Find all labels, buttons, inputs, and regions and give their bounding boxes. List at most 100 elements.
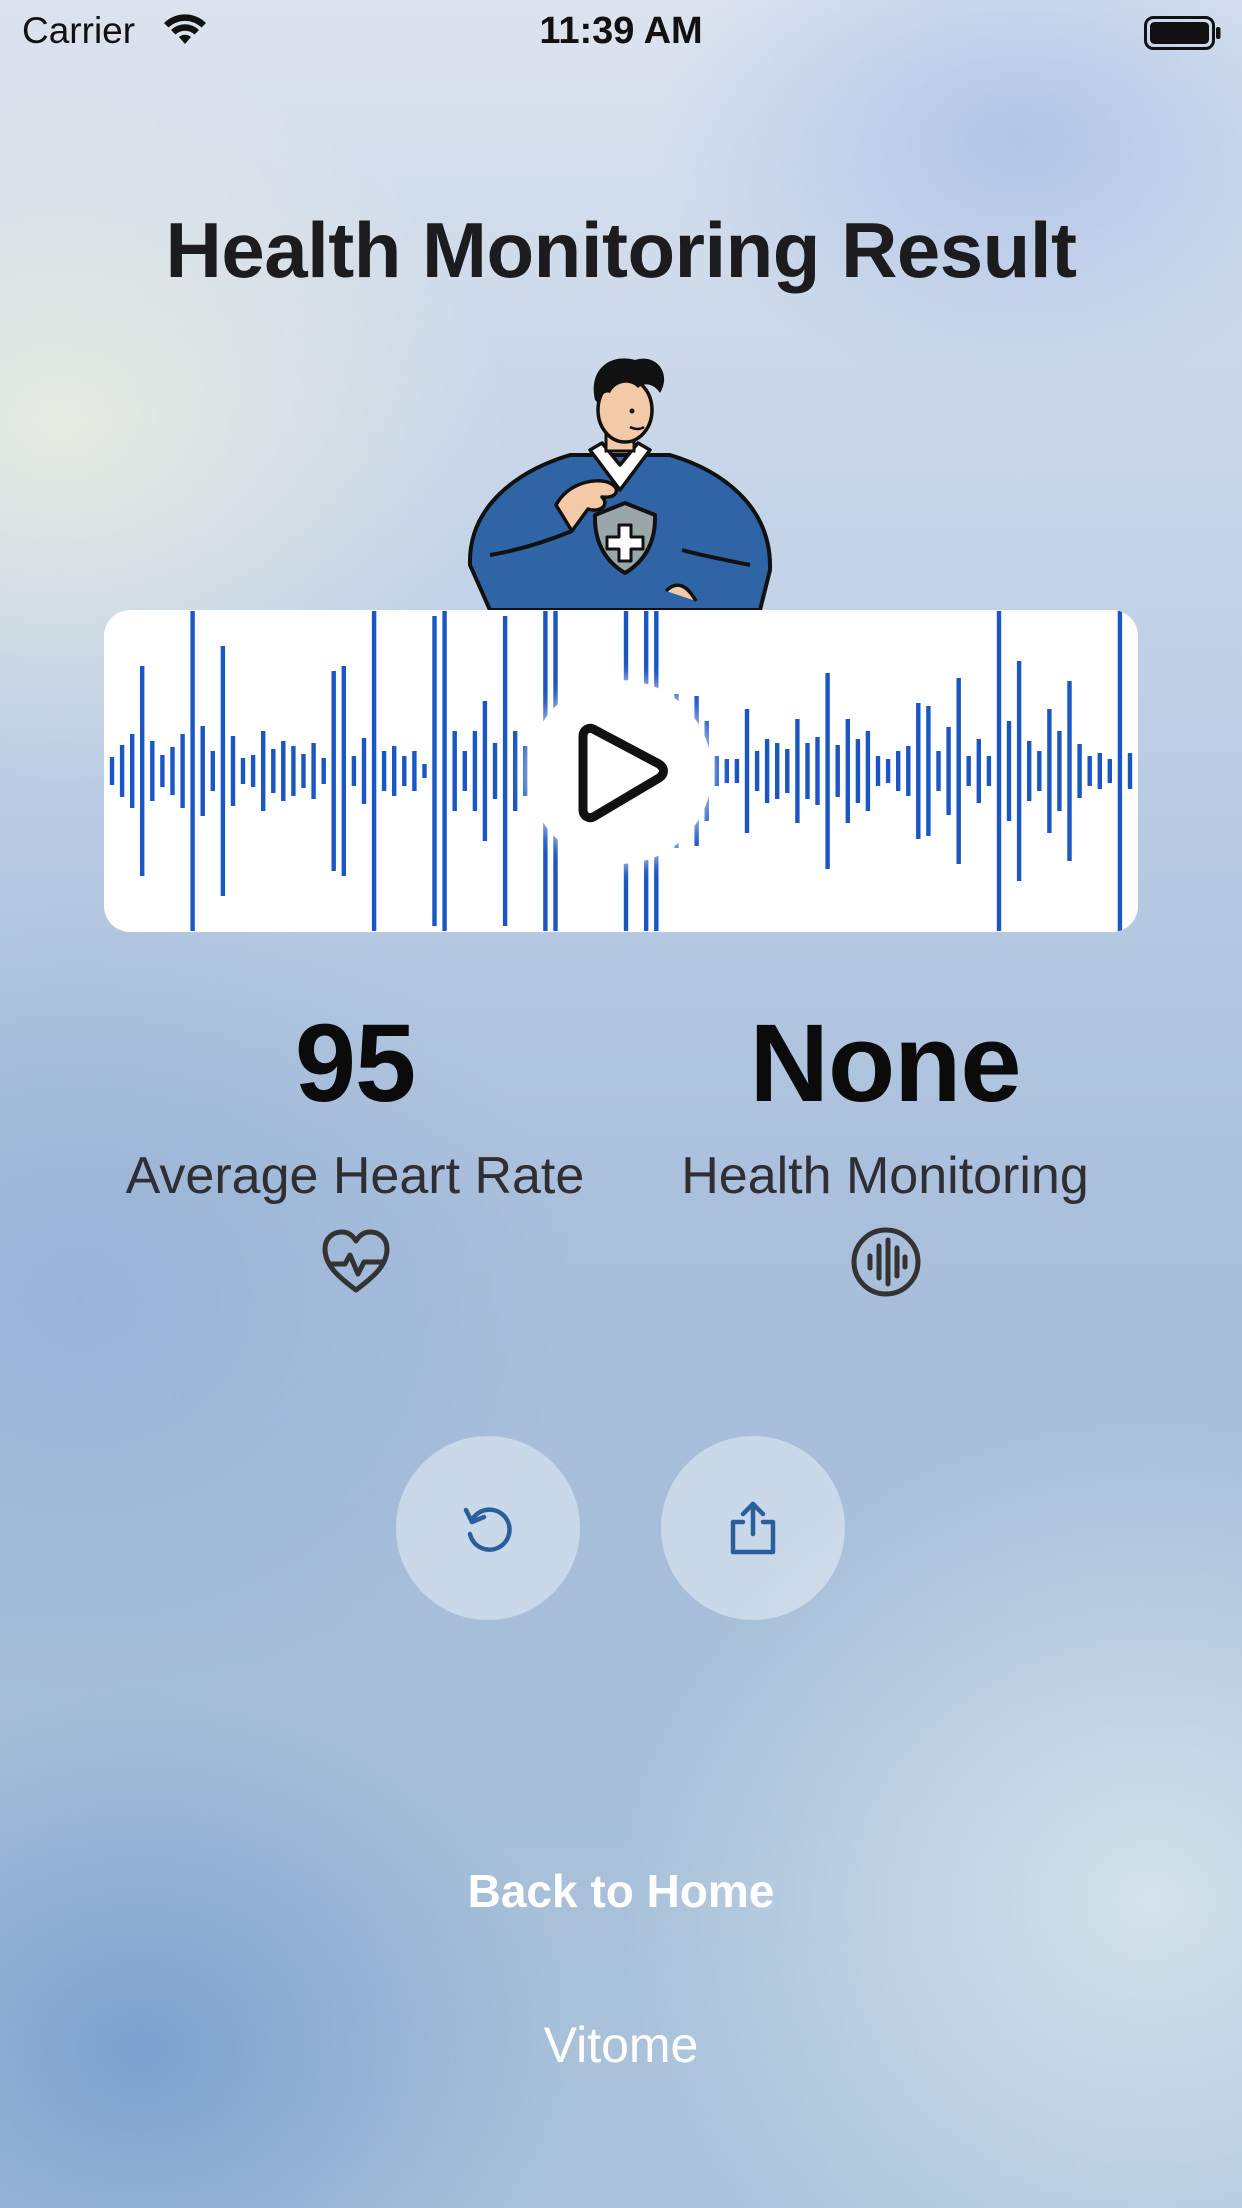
- waveform-bar: [1047, 709, 1052, 833]
- waveform-bar: [422, 764, 427, 778]
- waveform-bar: [805, 743, 810, 799]
- waveform-bar: [371, 611, 377, 931]
- waveform-bar: [764, 739, 770, 803]
- waveform-bar: [361, 738, 367, 804]
- waveform-bar: [170, 747, 175, 795]
- waveform-bar: [250, 755, 256, 787]
- health-monitoring-label: Health Monitoring: [681, 1147, 1089, 1205]
- waveform-bar: [180, 734, 185, 808]
- page-title: Health Monitoring Result: [165, 206, 1077, 294]
- waveform-bar: [734, 759, 740, 783]
- waveform-bar: [926, 706, 931, 836]
- waveform-bar: [825, 673, 830, 869]
- waveform-bar: [119, 745, 125, 797]
- waveform-bar: [855, 739, 861, 803]
- audio-wave-icon: [851, 1227, 921, 1297]
- waveform-bar: [936, 751, 941, 791]
- waveform-bar: [986, 756, 992, 786]
- waveform-bar: [472, 731, 478, 811]
- waveform-bar: [845, 719, 850, 823]
- waveform-bar: [392, 746, 397, 796]
- share-button[interactable]: [661, 1436, 845, 1620]
- waveform-bar: [130, 734, 135, 808]
- waveform-bar: [815, 737, 820, 805]
- waveform-bar: [1077, 744, 1082, 798]
- waveform-bar: [301, 754, 306, 788]
- share-icon: [730, 1501, 776, 1555]
- waveform-bar: [240, 758, 246, 784]
- waveform-bar: [402, 756, 407, 786]
- waveform-bar: [351, 756, 357, 786]
- retry-button[interactable]: [396, 1436, 580, 1620]
- waveform-bar: [412, 751, 417, 791]
- waveform-bar: [996, 611, 1002, 931]
- waveform-bar: [150, 741, 155, 801]
- waveform-bar: [381, 751, 387, 791]
- waveform-bar: [160, 755, 165, 787]
- waveform-bar: [1016, 661, 1022, 881]
- waveform-bar: [1117, 611, 1123, 931]
- waveform-bar: [271, 749, 276, 793]
- doctor-illustration: [467, 358, 773, 610]
- waveform-bar: [261, 731, 266, 811]
- status-bar: Carrier 11:39 AM: [0, 0, 1242, 66]
- heart-pulse-icon: [322, 1229, 390, 1293]
- waveform-bar: [1127, 753, 1133, 789]
- waveform-bar: [291, 746, 296, 796]
- waveform-bar: [140, 666, 145, 876]
- retry-icon: [463, 1507, 512, 1552]
- waveform-bar: [452, 731, 457, 811]
- waveform-bar: [724, 759, 729, 783]
- waveform-bar: [311, 743, 316, 799]
- waveform-bar: [875, 756, 881, 786]
- waveform-bar: [966, 756, 971, 786]
- waveform-bar: [492, 743, 498, 799]
- waveform-bar: [775, 743, 780, 799]
- heart-rate-label: Average Heart Rate: [125, 1147, 585, 1205]
- waveform-bar: [230, 736, 236, 806]
- waveform-bar: [976, 739, 981, 803]
- waveform-bar: [906, 746, 911, 796]
- waveform-bar: [1067, 681, 1072, 861]
- waveform-bar: [1006, 721, 1012, 821]
- status-time: 11:39 AM: [539, 10, 703, 52]
- waveform-bar: [795, 719, 800, 823]
- waveform-bar: [210, 751, 215, 791]
- waveform-bar: [1097, 753, 1102, 789]
- waveform-bar: [956, 678, 961, 864]
- waveform-bar: [885, 759, 891, 783]
- play-button[interactable]: [528, 680, 712, 864]
- waveform-bar: [321, 758, 326, 784]
- waveform-bar: [865, 731, 871, 811]
- heart-rate-value: 95: [294, 1002, 416, 1125]
- waveform-bar: [109, 757, 115, 785]
- waveform-bar: [1027, 741, 1032, 801]
- waveform-bar: [785, 749, 790, 793]
- waveform-bar: [1037, 751, 1042, 791]
- brand-label: Vitome: [543, 2017, 699, 2073]
- waveform-bar: [1057, 731, 1062, 811]
- waveform-bar: [916, 703, 921, 839]
- waveform-bar: [220, 646, 226, 896]
- waveform-bar: [502, 616, 508, 926]
- waveform-bar: [714, 756, 719, 786]
- waveform-bar: [896, 751, 901, 791]
- waveform-bar: [744, 709, 750, 833]
- play-icon: [578, 723, 668, 823]
- waveform-bar: [462, 751, 467, 791]
- waveform-bar: [523, 746, 528, 796]
- back-to-home-button[interactable]: Back to Home: [0, 1864, 1242, 1918]
- battery-icon: [1144, 16, 1221, 50]
- waveform-bar: [835, 745, 840, 797]
- waveform-bar: [200, 726, 205, 816]
- waveform-bar: [754, 751, 760, 791]
- waveform-bar: [482, 701, 488, 841]
- waveform-bar: [1107, 759, 1112, 783]
- waveform-bar: [946, 727, 951, 815]
- waveform-bar: [341, 666, 346, 876]
- waveform-bar: [432, 616, 437, 926]
- waveform-bar: [331, 671, 336, 871]
- waveform-bar: [281, 741, 286, 801]
- waveform-bar: [1087, 756, 1092, 786]
- waveform-bar: [513, 731, 518, 811]
